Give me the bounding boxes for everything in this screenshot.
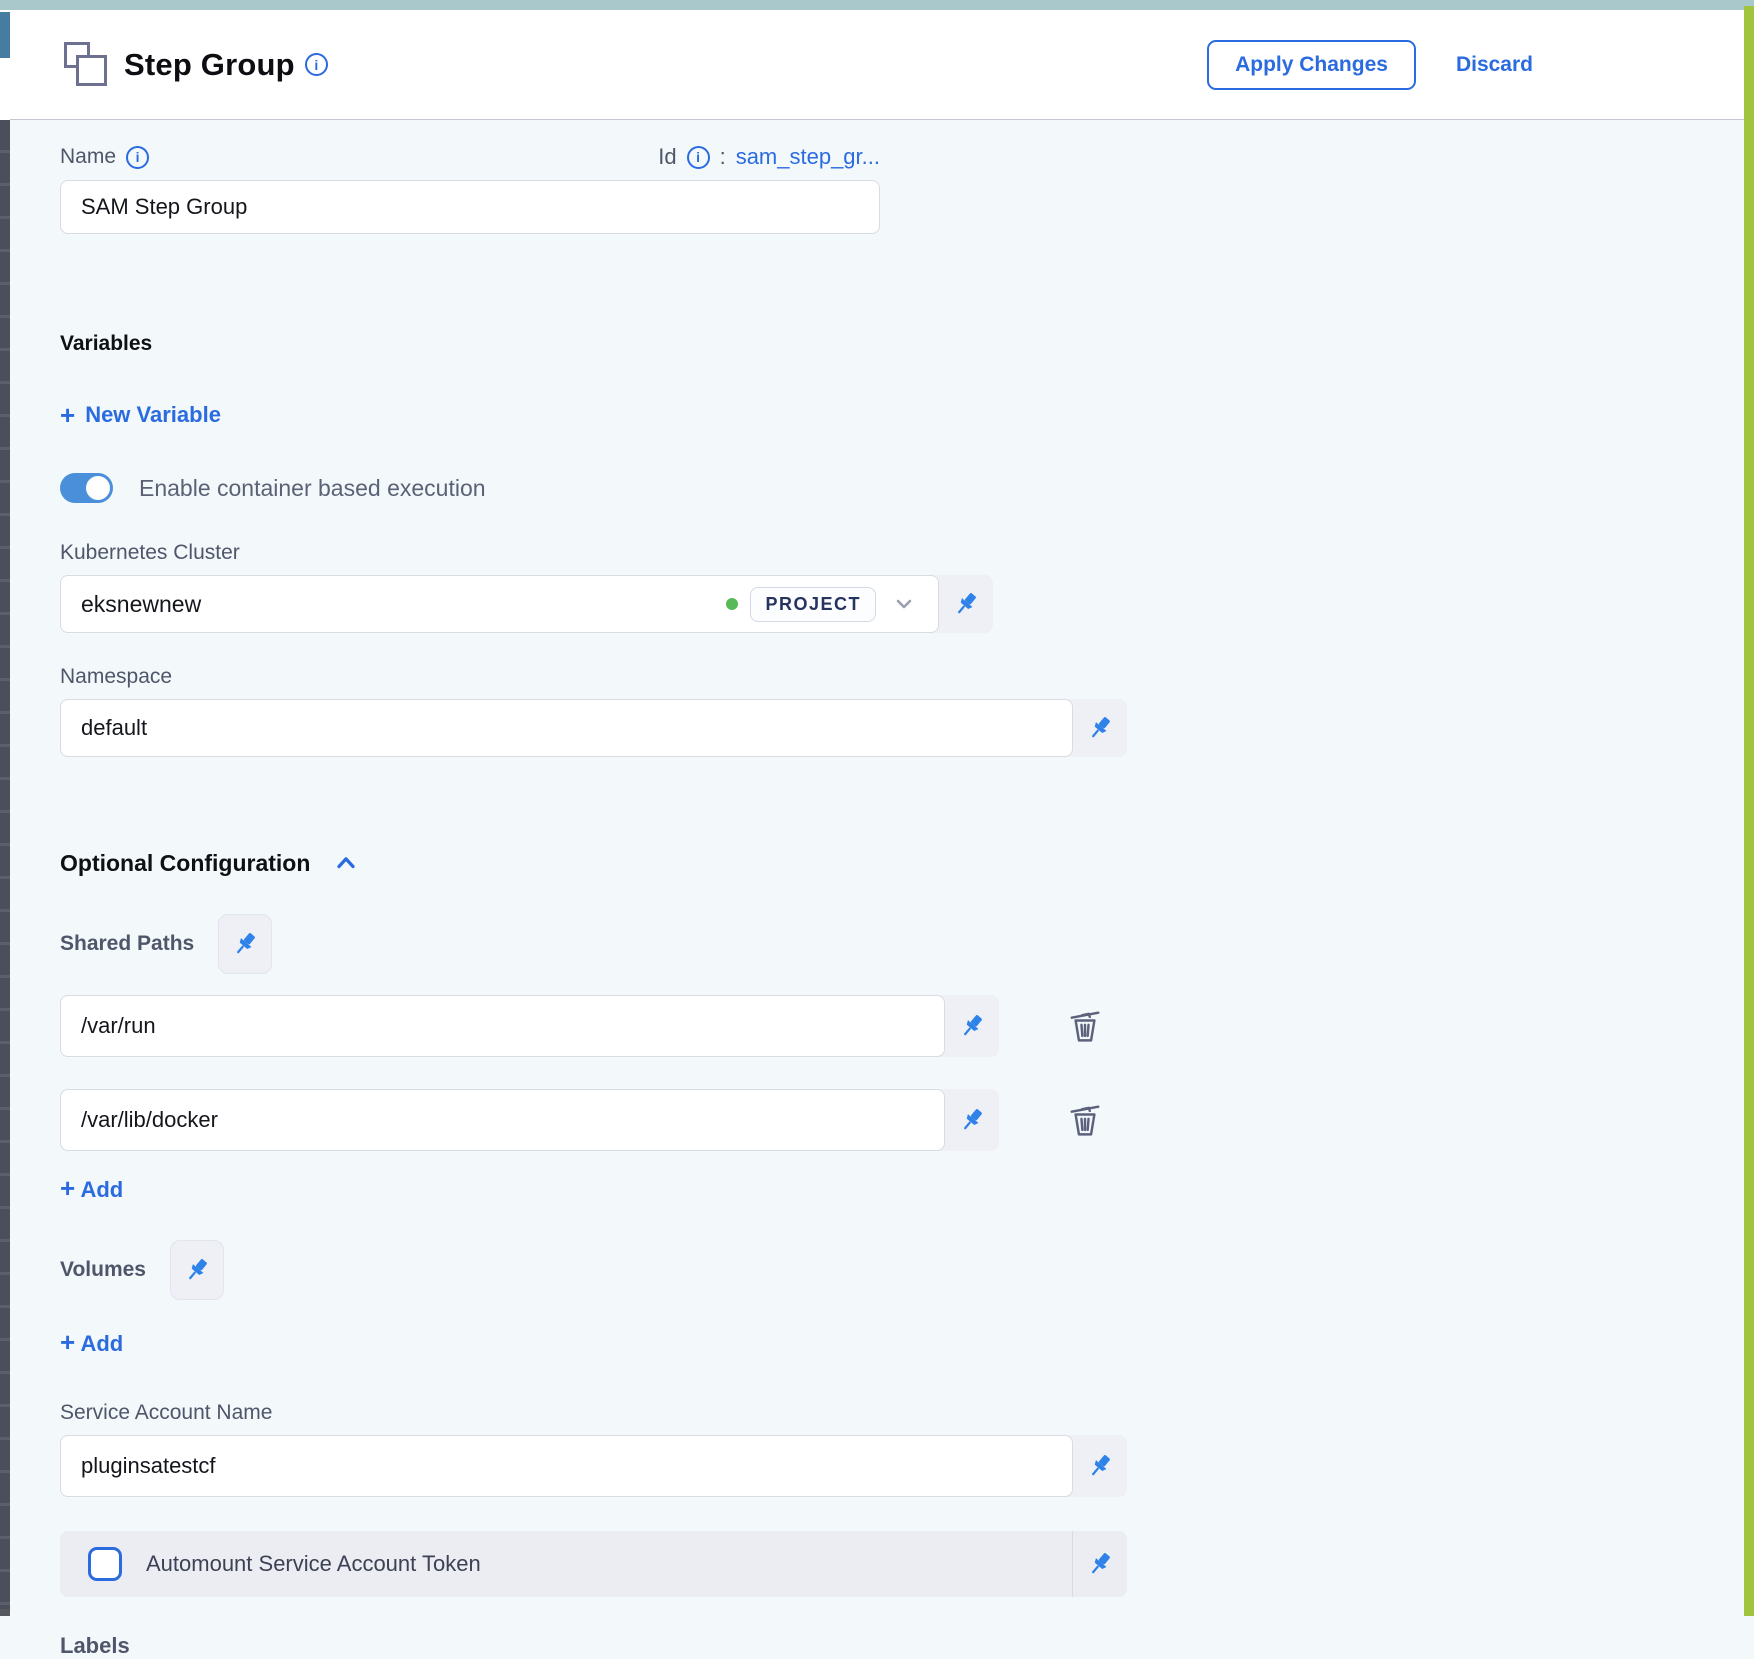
pin-icon xyxy=(1085,1451,1115,1481)
shared-paths-pin-button[interactable] xyxy=(218,914,272,974)
namespace-label: Namespace xyxy=(60,665,1744,689)
namespace-field xyxy=(60,699,1127,757)
pin-icon xyxy=(957,1011,987,1041)
pin-icon xyxy=(1085,1549,1115,1579)
step-group-drawer: Step Group i Apply Changes Discard Name … xyxy=(10,10,1744,1616)
apply-changes-button[interactable]: Apply Changes xyxy=(1207,40,1416,90)
volumes-pin-button[interactable] xyxy=(170,1240,224,1300)
delete-shared-path-0-button[interactable] xyxy=(1065,1005,1105,1047)
pin-icon xyxy=(182,1255,212,1285)
name-input[interactable] xyxy=(60,180,880,234)
plus-icon: + xyxy=(60,402,75,428)
name-label: Name xyxy=(60,145,116,169)
shared-path-row-0 xyxy=(60,995,1744,1057)
plus-icon: + xyxy=(60,1173,75,1203)
volumes-label: Volumes xyxy=(60,1258,146,1282)
automount-row: Automount Service Account Token xyxy=(60,1531,1127,1597)
background-yaml-strip xyxy=(0,120,10,1609)
variables-heading: Variables xyxy=(60,332,1744,356)
shared-path-input-0[interactable] xyxy=(60,995,945,1057)
kubernetes-cluster-pin-button[interactable] xyxy=(939,575,993,633)
id-info-icon[interactable]: i xyxy=(687,146,710,169)
add-volume-button[interactable]: + Add xyxy=(60,1329,1744,1357)
automount-pin-button[interactable] xyxy=(1073,1549,1127,1579)
service-account-field xyxy=(60,1435,1127,1497)
id-label: Id xyxy=(658,144,676,170)
step-group-icon xyxy=(60,40,108,90)
shared-paths-label: Shared Paths xyxy=(60,932,194,956)
chevron-up-icon xyxy=(332,849,360,877)
shared-paths-row: Shared Paths xyxy=(60,913,1744,975)
shared-path-row-1 xyxy=(60,1089,1744,1151)
name-info-icon[interactable]: i xyxy=(126,146,149,169)
pin-icon xyxy=(957,1105,987,1135)
add-shared-path-button[interactable]: + Add xyxy=(60,1175,1744,1203)
plus-icon: + xyxy=(60,1327,75,1357)
container-execution-row: Enable container based execution xyxy=(60,471,1744,505)
kubernetes-cluster-input[interactable]: eksnewnew PROJECT xyxy=(60,575,939,633)
kubernetes-cluster-value: eksnewnew xyxy=(81,591,726,618)
add-volume-label: Add xyxy=(80,1331,123,1356)
optional-configuration-heading: Optional Configuration xyxy=(60,850,310,877)
page-title: Step Group xyxy=(124,47,295,83)
discard-button[interactable]: Discard xyxy=(1456,53,1533,77)
new-variable-label: New Variable xyxy=(85,402,221,428)
trash-icon xyxy=(1065,1005,1105,1047)
add-shared-path-label: Add xyxy=(80,1177,123,1202)
shared-path-1-pin-button[interactable] xyxy=(945,1089,999,1151)
container-execution-toggle[interactable] xyxy=(60,473,113,503)
volumes-row: Volumes xyxy=(60,1239,1744,1301)
pin-icon xyxy=(1085,713,1115,743)
kubernetes-cluster-field: eksnewnew PROJECT xyxy=(60,575,993,633)
pin-icon xyxy=(230,929,260,959)
service-account-pin-button[interactable] xyxy=(1073,1435,1127,1497)
id-separator: : xyxy=(720,144,726,170)
chevron-down-icon[interactable] xyxy=(892,592,916,616)
shared-path-0-pin-button[interactable] xyxy=(945,995,999,1057)
new-variable-button[interactable]: + New Variable xyxy=(60,402,221,428)
automount-checkbox[interactable] xyxy=(88,1547,122,1581)
optional-configuration-toggle[interactable]: Optional Configuration xyxy=(60,849,1744,877)
labels-label: Labels xyxy=(60,1633,1744,1659)
name-id-row: Name i Id i : sam_step_gr... xyxy=(60,142,880,172)
project-scope-badge[interactable]: PROJECT xyxy=(750,587,876,622)
connector-status-dot xyxy=(726,598,738,610)
pin-icon xyxy=(951,589,981,619)
container-execution-label: Enable container based execution xyxy=(139,475,486,502)
delete-shared-path-1-button[interactable] xyxy=(1065,1099,1105,1141)
service-account-label: Service Account Name xyxy=(60,1401,1744,1425)
trash-icon xyxy=(1065,1099,1105,1141)
namespace-pin-button[interactable] xyxy=(1073,699,1127,757)
background-top-strip xyxy=(0,0,1754,10)
shared-path-input-1[interactable] xyxy=(60,1089,945,1151)
drawer-body: Name i Id i : sam_step_gr... Variables +… xyxy=(10,120,1744,1659)
background-left-tab xyxy=(0,12,10,58)
drawer-header: Step Group i Apply Changes Discard xyxy=(10,10,1744,120)
step-group-info-icon[interactable]: i xyxy=(305,53,328,76)
background-right-strip xyxy=(1744,6,1754,1616)
service-account-input[interactable] xyxy=(60,1435,1073,1497)
kubernetes-cluster-label: Kubernetes Cluster xyxy=(60,541,1744,565)
automount-label: Automount Service Account Token xyxy=(146,1551,1072,1577)
id-value[interactable]: sam_step_gr... xyxy=(736,144,880,170)
namespace-input[interactable] xyxy=(60,699,1073,757)
